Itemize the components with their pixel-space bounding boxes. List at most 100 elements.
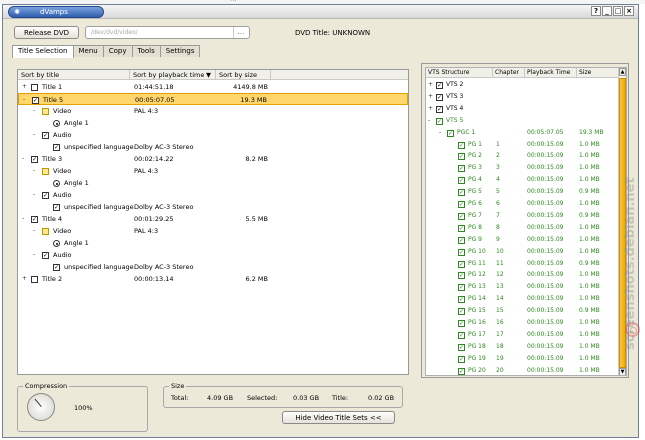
sort-by-playback-header[interactable]: Sort by playback time ▼ <box>130 70 216 80</box>
checkbox-icon[interactable]: ✓ <box>436 117 443 125</box>
close-icon[interactable]: × <box>624 6 634 16</box>
table-row[interactable]: Angle 1 <box>18 117 408 129</box>
collapse-icon[interactable]: - <box>33 132 38 138</box>
vts-row[interactable]: ✓ PG 10 10 00:00:15.09 1.0 MB <box>426 246 620 258</box>
table-row[interactable]: - ✓ Audio <box>18 129 408 141</box>
checkbox-icon[interactable]: ✓ <box>436 105 443 113</box>
tab-copy[interactable]: Copy <box>102 45 133 57</box>
vts-row[interactable]: ✓ PG 12 12 00:00:15.09 1.0 MB <box>426 269 620 281</box>
vts-row[interactable]: ✓ PG 18 18 00:00:15.09 1.0 MB <box>426 341 620 353</box>
table-row[interactable]: ✓ unspecified language Dolby AC-3 Stereo <box>18 141 408 153</box>
checkbox-icon[interactable]: ✓ <box>458 201 465 208</box>
checkbox-icon[interactable]: ✓ <box>436 93 443 101</box>
partial-checkbox-icon[interactable] <box>42 228 49 235</box>
minimize-icon[interactable]: _ <box>602 6 612 16</box>
expand-icon[interactable]: + <box>428 105 433 112</box>
checkbox-icon[interactable]: ✓ <box>458 189 465 197</box>
vts-size-header[interactable]: Size <box>577 68 620 78</box>
vts-row[interactable]: ✓ PG 5 5 00:00:15.09 0.9 MB <box>426 186 620 198</box>
collapse-icon[interactable]: - <box>33 252 38 258</box>
table-row[interactable]: - Video PAL 4:3 <box>18 105 408 117</box>
checkbox-icon[interactable]: ✓ <box>458 236 465 244</box>
vts-row[interactable]: ✓ PG 11 11 00:00:15.09 0.9 MB <box>426 258 620 270</box>
collapse-icon[interactable]: - <box>33 192 38 198</box>
vts-row[interactable]: ✓ PG 1 1 00:00:15.09 1.0 MB <box>426 139 620 151</box>
checkbox-icon[interactable]: ✓ <box>458 308 465 316</box>
partial-checkbox-icon[interactable] <box>42 168 49 175</box>
vts-row[interactable]: ✓ PG 16 16 00:00:15.09 1.0 MB <box>426 317 620 329</box>
radio-icon[interactable] <box>53 180 60 187</box>
checkbox-icon[interactable]: ✓ <box>31 216 38 223</box>
expand-icon[interactable]: + <box>22 276 27 282</box>
dvd-path-input[interactable]: /dev/dvd/video/ <box>85 26 250 39</box>
vts-row[interactable]: - ✓ VTS 5 <box>426 115 620 127</box>
checkbox-icon[interactable]: ✓ <box>42 252 49 259</box>
checkbox-icon[interactable]: ✓ <box>53 204 60 211</box>
checkbox-icon[interactable]: ✓ <box>458 320 465 327</box>
collapse-icon[interactable]: - <box>23 97 28 103</box>
vts-row[interactable]: ✓ PG 19 19 00:00:15.09 1.0 MB <box>426 353 620 365</box>
collapse-icon[interactable]: - <box>33 168 38 174</box>
table-row[interactable]: - Video PAL 4:3 <box>18 225 408 237</box>
vts-row[interactable]: - ✓ PGC 1 00:05:07.05 19.3 MB <box>426 127 620 139</box>
table-row[interactable]: Angle 1 <box>18 177 408 189</box>
table-row[interactable]: - ✓ Title 4 00:01:29.25 5.5 MB <box>18 213 408 225</box>
scroll-down-icon[interactable]: ▼ <box>619 368 626 375</box>
collapse-icon[interactable]: - <box>33 108 38 114</box>
table-row[interactable]: + Title 1 01:44:51.18 4149.8 MB <box>18 81 408 93</box>
checkbox-icon[interactable]: ✓ <box>458 284 465 292</box>
checkbox-icon[interactable] <box>31 84 38 91</box>
vts-row[interactable]: ✓ PG 15 15 00:00:15.09 0.9 MB <box>426 305 620 317</box>
vts-row[interactable]: ✓ PG 6 6 00:00:15.09 1.0 MB <box>426 198 620 210</box>
release-dvd-button[interactable]: Release DVD <box>14 26 79 39</box>
vts-row[interactable]: ✓ PG 7 7 00:00:15.09 0.9 MB <box>426 210 620 222</box>
vts-row[interactable]: ✓ PG 4 4 00:00:15.09 1.0 MB <box>426 174 620 186</box>
playback-time-header[interactable]: Playback Time <box>525 68 577 78</box>
checkbox-icon[interactable]: ✓ <box>458 355 465 363</box>
checkbox-icon[interactable]: ✓ <box>53 144 60 151</box>
checkbox-icon[interactable]: ✓ <box>42 192 49 199</box>
expand-icon[interactable]: + <box>22 84 27 90</box>
checkbox-icon[interactable]: ✓ <box>31 156 38 163</box>
checkbox-icon[interactable]: ✓ <box>458 224 465 232</box>
help-icon[interactable]: ? <box>591 6 601 16</box>
checkbox-icon[interactable]: ✓ <box>458 367 465 375</box>
hide-vts-button[interactable]: Hide Video Title Sets << <box>282 411 395 424</box>
checkbox-icon[interactable]: ✓ <box>42 132 49 139</box>
table-row[interactable]: Angle 1 <box>18 237 408 249</box>
collapse-icon[interactable]: - <box>428 117 433 124</box>
table-row[interactable]: ✓ unspecified language Dolby AC-3 Stereo <box>18 261 408 273</box>
checkbox-icon[interactable]: ✓ <box>458 212 465 220</box>
vts-row[interactable]: ✓ PG 14 14 00:00:15.09 1.0 MB <box>426 293 620 305</box>
vts-row[interactable]: + ✓ VTS 3 <box>426 91 620 103</box>
checkbox-icon[interactable]: ✓ <box>32 97 39 104</box>
checkbox-icon[interactable]: ✓ <box>53 264 60 271</box>
maximize-icon[interactable]: □ <box>613 6 623 16</box>
table-row[interactable]: - ✓ Title 3 00:02:14.22 8.2 MB <box>18 153 408 165</box>
chapter-header[interactable]: Chapter <box>493 68 525 78</box>
expand-icon[interactable]: + <box>428 82 433 88</box>
vts-row[interactable]: ✓ PG 3 3 00:00:15.09 1.0 MB <box>426 162 620 174</box>
vts-structure-header[interactable]: VTS Structure <box>426 68 493 78</box>
partial-checkbox-icon[interactable] <box>42 108 49 115</box>
checkbox-icon[interactable]: ✓ <box>458 165 465 173</box>
tab-title-selection[interactable]: Title Selection <box>12 45 74 58</box>
checkbox-icon[interactable]: ✓ <box>436 82 443 89</box>
checkbox-icon[interactable]: ✓ <box>458 343 465 351</box>
table-row[interactable]: ✓ unspecified language Dolby AC-3 Stereo <box>18 201 408 213</box>
checkbox-icon[interactable]: ✓ <box>458 248 465 256</box>
table-row[interactable]: + Title 2 00:00:13.14 6.2 MB <box>18 273 408 285</box>
dial-knob-icon[interactable] <box>27 393 55 421</box>
checkbox-icon[interactable]: ✓ <box>458 260 465 268</box>
collapse-icon[interactable]: - <box>439 129 444 136</box>
checkbox-icon[interactable]: ✓ <box>458 272 465 280</box>
vts-row[interactable]: + ✓ VTS 4 <box>426 103 620 115</box>
collapse-icon[interactable]: - <box>22 216 27 222</box>
app-menu-pill[interactable]: ✺ dVamps <box>8 6 104 18</box>
checkbox-icon[interactable]: ✓ <box>458 153 465 161</box>
scroll-up-icon[interactable]: ▲ <box>619 68 626 76</box>
vts-row[interactable]: ✓ PG 9 9 00:00:15.09 1.0 MB <box>426 234 620 246</box>
vts-row[interactable]: + ✓ VTS 2 <box>426 79 620 91</box>
collapse-icon[interactable]: - <box>22 156 27 162</box>
vts-row[interactable]: ✓ PG 2 2 00:00:15.09 1.0 MB <box>426 150 620 162</box>
